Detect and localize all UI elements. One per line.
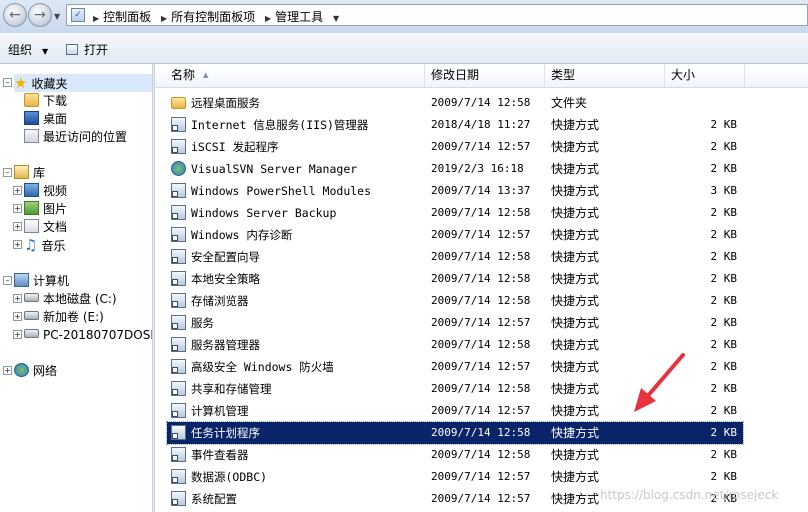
watermark-text: https://blog.csdn.net/rosejeck — [600, 488, 779, 502]
annotation-arrow-icon — [634, 353, 685, 412]
